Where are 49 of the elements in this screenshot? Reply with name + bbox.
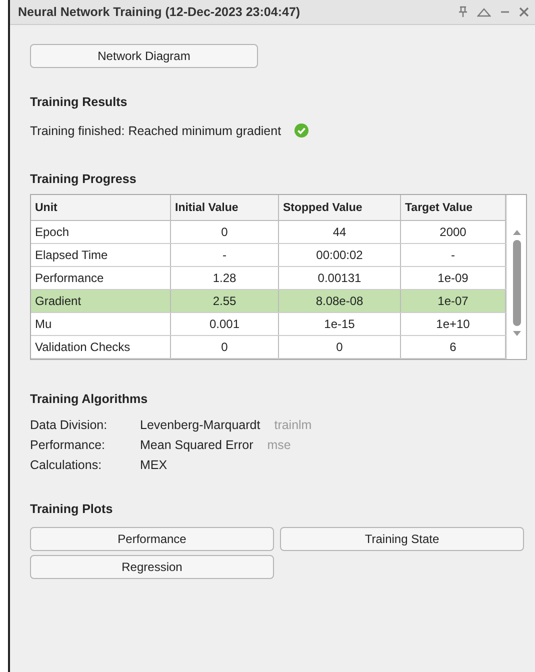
table-cell: 1e-15 bbox=[278, 312, 400, 336]
plot-button[interactable]: Performance bbox=[30, 527, 274, 551]
status-message: Training finished: Reached minimum gradient bbox=[30, 124, 282, 138]
plot-button[interactable]: Training State bbox=[280, 527, 524, 551]
section-heading: Training Plots bbox=[30, 502, 114, 516]
table-cell: 2000 bbox=[400, 220, 506, 244]
function-name: mse bbox=[267, 438, 291, 452]
section-heading: Training Algorithms bbox=[30, 392, 149, 406]
window-title: Neural Network Training (12-Dec-2023 23:04:47) bbox=[18, 5, 300, 19]
table-cell: Validation Checks bbox=[31, 336, 170, 358]
function-name: trainlm bbox=[274, 418, 312, 432]
plot-button[interactable]: Regression bbox=[30, 555, 274, 579]
column-header: Target Value bbox=[400, 195, 506, 220]
table-cell: 8.08e-08 bbox=[278, 290, 400, 312]
scroll-down-icon[interactable] bbox=[512, 330, 522, 338]
table-cell: Elapsed Time bbox=[31, 244, 170, 266]
scrollbar-thumb[interactable] bbox=[512, 240, 520, 326]
table-cell: 1e-07 bbox=[400, 290, 506, 312]
table-cell: 1e+10 bbox=[400, 312, 506, 336]
table-cell: 0 bbox=[278, 336, 400, 358]
field-value: Mean Squared Error bbox=[140, 438, 254, 452]
column-header: Stopped Value bbox=[278, 195, 400, 220]
table-cell: 44 bbox=[278, 220, 400, 244]
table-cell: Gradient bbox=[31, 290, 170, 312]
column-header: Initial Value bbox=[170, 195, 278, 220]
table-cell: Epoch bbox=[31, 220, 170, 244]
section-heading: Training Progress bbox=[30, 172, 138, 186]
field-value: MEX bbox=[140, 458, 168, 472]
table-cell: 6 bbox=[400, 336, 506, 358]
table-cell: 2.55 bbox=[170, 290, 278, 312]
scroll-up-icon[interactable] bbox=[512, 228, 522, 236]
table-cell: 00:00:02 bbox=[278, 244, 400, 266]
field-label: Performance: bbox=[30, 438, 106, 452]
table-cell: - bbox=[170, 244, 278, 266]
table-cell: - bbox=[400, 244, 506, 266]
table-cell: 0 bbox=[170, 336, 278, 358]
check-icon bbox=[294, 123, 310, 138]
field-label: Calculations: bbox=[30, 458, 103, 472]
table-cell: 0 bbox=[170, 220, 278, 244]
close-icon[interactable] bbox=[519, 7, 529, 17]
field-label: Data Division: bbox=[30, 418, 108, 432]
column-header: Unit bbox=[31, 195, 170, 220]
pin-icon[interactable] bbox=[458, 6, 468, 18]
field-value: Levenberg-Marquardt bbox=[140, 418, 260, 432]
table-cell: 0.001 bbox=[170, 312, 278, 336]
network-diagram-button[interactable]: Network Diagram bbox=[30, 44, 258, 68]
section-heading: Training Results bbox=[30, 95, 128, 109]
table-cell: Mu bbox=[31, 312, 170, 336]
undock-icon[interactable] bbox=[477, 7, 491, 17]
